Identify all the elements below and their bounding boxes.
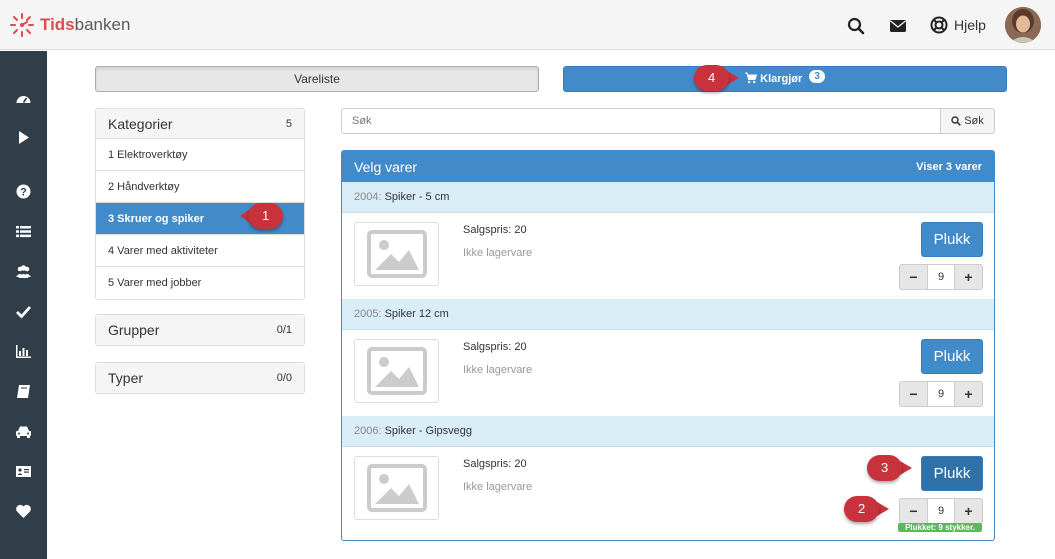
- product-stock: Ikke lagervare: [463, 481, 533, 493]
- products-panel: Velg varer Viser 3 varer 2004: Spiker - …: [341, 150, 995, 541]
- brand-name-regular: banken: [74, 15, 131, 34]
- quantity-stepper: − 9 +: [899, 498, 983, 524]
- quantity-value[interactable]: 9: [928, 498, 954, 524]
- product-price: Salgspris: 20: [463, 458, 527, 470]
- image-placeholder-icon: [354, 222, 439, 286]
- user-photo-icon: [1005, 7, 1041, 43]
- minus-icon[interactable]: −: [899, 381, 928, 407]
- brand-logo[interactable]: Tids banken: [10, 13, 130, 37]
- question-icon[interactable]: ?: [15, 183, 32, 200]
- product-price: Salgspris: 20: [463, 224, 527, 236]
- brand-name-bold: Tids: [40, 15, 75, 34]
- search-button[interactable]: Søk: [940, 108, 995, 134]
- callout-number: 1: [248, 203, 284, 229]
- check-icon[interactable]: [15, 303, 32, 320]
- search-input[interactable]: [341, 108, 941, 134]
- groups-count: 0/1: [276, 324, 292, 336]
- callout-4: 4: [694, 65, 740, 91]
- product-title-row: 2004: Spiker - 5 cm: [342, 182, 994, 213]
- category-item[interactable]: 5 Varer med jobber: [96, 267, 304, 299]
- pick-button[interactable]: Plukk: [921, 222, 983, 257]
- pick-button[interactable]: Plukk: [921, 456, 983, 491]
- klargjor-tab-button[interactable]: Klargjør 3: [563, 66, 1007, 92]
- groups-title: Grupper: [108, 322, 160, 338]
- image-placeholder-icon: [354, 456, 439, 520]
- product-stock: Ikke lagervare: [463, 247, 533, 259]
- category-item[interactable]: 1 Elektroverktøy: [96, 139, 304, 171]
- callout-2: 2: [844, 496, 890, 522]
- list-icon[interactable]: [15, 223, 32, 240]
- product-name: Spiker - Gipsvegg: [384, 425, 473, 437]
- klargjor-count-badge: 3: [809, 70, 825, 83]
- product-price: Salgspris: 20: [463, 341, 527, 353]
- product-name: Spiker - 5 cm: [384, 191, 450, 203]
- svg-text:?: ?: [20, 187, 27, 199]
- product-number: 2005:: [354, 308, 382, 320]
- callout-number: 4: [694, 65, 730, 91]
- groups-header[interactable]: Grupper 0/1: [96, 315, 304, 345]
- quantity-value[interactable]: 9: [928, 381, 954, 407]
- plus-icon[interactable]: +: [954, 381, 983, 407]
- users-icon[interactable]: [15, 263, 32, 280]
- help-label: Hjelp: [954, 17, 986, 33]
- callout-3: 3: [867, 455, 913, 481]
- category-item[interactable]: 4 Varer med aktiviteter: [96, 235, 304, 267]
- help-link[interactable]: Hjelp: [930, 16, 986, 34]
- product-name: Spiker 12 cm: [384, 308, 449, 320]
- plus-icon[interactable]: +: [954, 498, 983, 524]
- vareliste-tab-button[interactable]: Vareliste: [95, 66, 539, 92]
- types-panel[interactable]: Typer 0/0: [95, 362, 305, 394]
- picked-status-badge: Plukket: 9 stykker.: [898, 523, 982, 532]
- sidebar: ?: [0, 51, 47, 559]
- play-icon[interactable]: [15, 129, 32, 146]
- image-placeholder-icon: [354, 339, 439, 403]
- plus-icon[interactable]: +: [954, 264, 983, 290]
- book-icon[interactable]: [15, 383, 32, 400]
- minus-icon[interactable]: −: [899, 264, 928, 290]
- product-number: 2006:: [354, 425, 382, 437]
- callout-number: 3: [867, 455, 903, 481]
- categories-title: Kategorier: [108, 115, 173, 132]
- klargjor-label: Klargjør: [760, 73, 803, 85]
- quantity-stepper: − 9 +: [899, 381, 983, 407]
- categories-header[interactable]: Kategorier 5: [96, 109, 304, 139]
- callout-1: 1: [240, 203, 284, 229]
- bar-chart-icon[interactable]: [15, 343, 32, 360]
- dashboard-icon[interactable]: [15, 90, 32, 107]
- lifebuoy-icon: [930, 16, 948, 34]
- types-header[interactable]: Typer 0/0: [96, 363, 304, 393]
- categories-count: 5: [285, 117, 292, 130]
- quantity-stepper: − 9 +: [899, 264, 983, 290]
- product-title-row: 2005: Spiker 12 cm: [342, 299, 994, 330]
- types-count: 0/0: [276, 372, 292, 384]
- envelope-icon[interactable]: [889, 17, 907, 35]
- minus-icon[interactable]: −: [899, 498, 928, 524]
- clock-logo-icon: [10, 13, 34, 37]
- types-title: Typer: [108, 370, 144, 386]
- search-icon[interactable]: [847, 17, 865, 35]
- id-card-icon[interactable]: [15, 463, 32, 480]
- top-bar: Tids banken Hjelp: [0, 0, 1055, 50]
- search-button-label: Søk: [964, 115, 984, 127]
- products-header: Velg varer Viser 3 varer: [342, 151, 994, 182]
- shopping-cart-icon: [745, 72, 758, 84]
- pick-button[interactable]: Plukk: [921, 339, 983, 374]
- products-count: Viser 3 varer: [916, 160, 982, 173]
- callout-number: 2: [844, 496, 880, 522]
- groups-panel[interactable]: Grupper 0/1: [95, 314, 305, 346]
- avatar[interactable]: [1005, 7, 1041, 43]
- product-stock: Ikke lagervare: [463, 364, 533, 376]
- products-title: Velg varer: [354, 158, 418, 175]
- product-title-row: 2006: Spiker - Gipsvegg: [342, 416, 994, 447]
- heart-icon[interactable]: [15, 503, 32, 520]
- category-item[interactable]: 2 Håndverktøy: [96, 171, 304, 203]
- product-number: 2004:: [354, 191, 382, 203]
- car-icon[interactable]: [15, 423, 32, 440]
- product-row: Salgspris: 20 Ikke lagervare Plukk − 9 +: [342, 213, 994, 299]
- quantity-value[interactable]: 9: [928, 264, 954, 290]
- search-icon: [951, 116, 962, 126]
- product-row: Salgspris: 20 Ikke lagervare Plukk − 9 +: [342, 330, 994, 416]
